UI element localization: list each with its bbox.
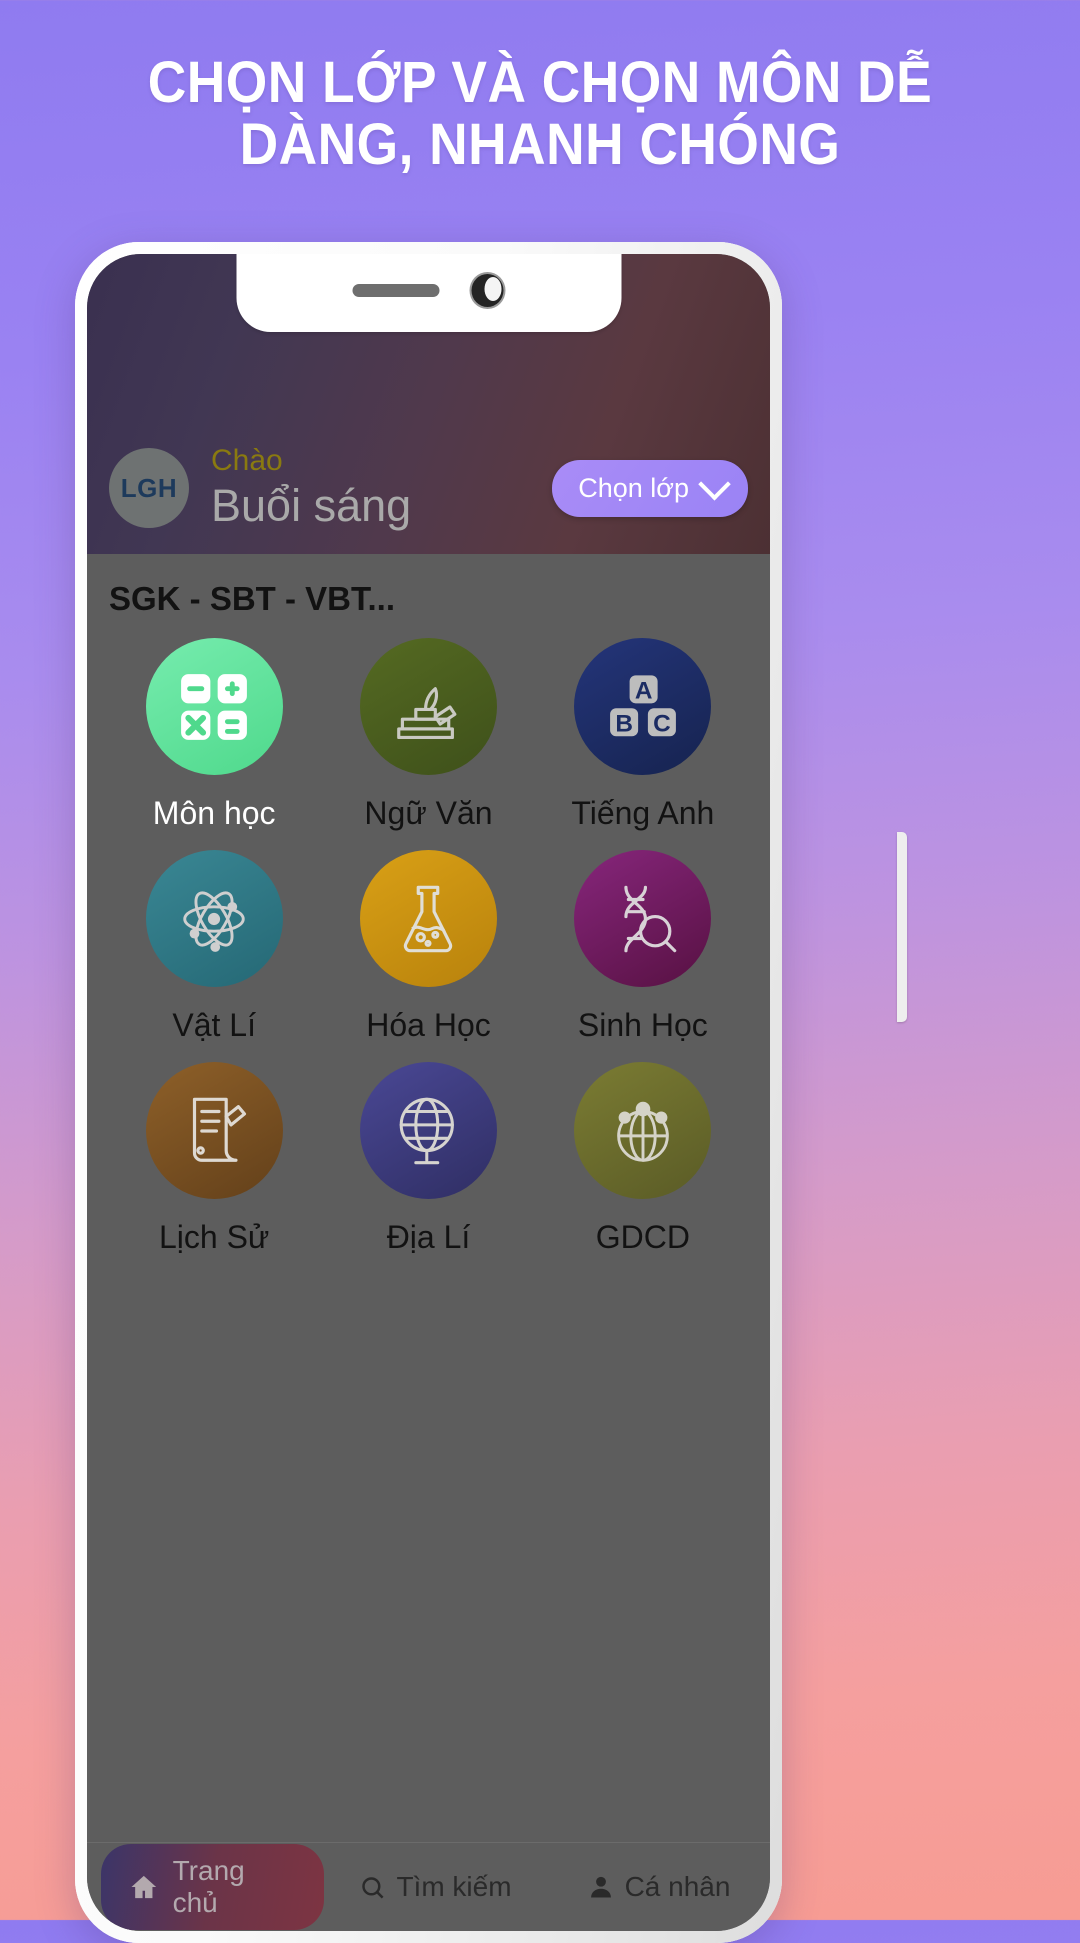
home-icon [131, 1875, 157, 1899]
phone-mockup: LGH Chào Buổi sáng Chọn lớp SGK - SBT - … [75, 242, 907, 1943]
tab-home-pill: Trang chủ [101, 1844, 324, 1930]
subject-icon-bg: A B C [574, 638, 712, 775]
subject-label: Địa Lí [386, 1219, 471, 1255]
avatar[interactable]: LGH [109, 448, 189, 528]
phone-power-button [897, 832, 907, 1022]
people-globe-icon [616, 1101, 669, 1162]
phone-screen: LGH Chào Buổi sáng Chọn lớp SGK - SBT - … [87, 254, 770, 1931]
abc-blocks-icon: A B C [609, 674, 676, 737]
svg-text:C: C [653, 710, 671, 737]
atom-icon [183, 890, 245, 952]
person-icon [590, 1876, 611, 1898]
app-body: SGK - SBT - VBT... Môn học Ngữ Văn A B C… [87, 554, 770, 1853]
subject-grid: Môn học Ngữ Văn A B C Tiếng Anh Vật Lí H… [87, 638, 770, 1256]
subject-item-gdcd[interactable]: GDCD [536, 1062, 750, 1256]
greeting-row: LGH Chào Buổi sáng Chọn lớp [87, 444, 770, 532]
subject-icon-bg [145, 850, 283, 987]
phone-notch [236, 254, 621, 332]
greeting-block: Chào Buổi sáng [211, 444, 552, 532]
subject-item-ngu-van[interactable]: Ngữ Văn [321, 638, 535, 832]
tab-search-label: Tìm kiếm [396, 1871, 512, 1902]
flask-icon [404, 885, 453, 952]
earpiece-speaker-icon [352, 283, 439, 297]
chevron-down-icon [698, 467, 731, 501]
subject-label: Sinh Học [577, 1007, 708, 1043]
subject-icon-bg [359, 638, 497, 775]
select-class-label: Chọn lớp [578, 472, 689, 503]
subject-icon-bg [574, 1062, 712, 1199]
section-title: SGK - SBT - VBT... [109, 580, 396, 617]
calculator-icon [181, 673, 248, 740]
subject-icon-bg [574, 850, 712, 987]
dna-search-icon [624, 885, 677, 952]
subject-icon-bg [145, 1062, 283, 1199]
greeting-large: Buổi sáng [211, 480, 412, 531]
tab-profile[interactable]: Cá nhân [547, 1871, 770, 1903]
subject-item-hoa-hoc[interactable]: Hóa Học [321, 850, 535, 1044]
book-quill-icon [397, 686, 457, 739]
greeting-small: Chào [211, 444, 283, 477]
select-class-button[interactable]: Chọn lớp [552, 459, 748, 517]
tab-search[interactable]: Tìm kiếm [324, 1871, 547, 1903]
subject-item-vat-li[interactable]: Vật Lí [107, 850, 321, 1044]
svg-text:A: A [635, 677, 653, 704]
bottom-navigation: Trang chủ Tìm kiếm Cá nhân [87, 1842, 770, 1931]
tab-home[interactable]: Trang chủ [87, 1844, 324, 1930]
tab-profile-label: Cá nhân [624, 1871, 731, 1902]
scroll-pen-icon [193, 1097, 247, 1162]
subject-label: Tiếng Anh [571, 795, 715, 831]
headline-line-2: DÀNG, NHANH CHÓNG [239, 112, 841, 177]
search-icon [362, 1876, 384, 1899]
subject-icon-bg [359, 850, 497, 987]
subject-item-lich-su[interactable]: Lịch Sử [107, 1062, 321, 1256]
subject-item-dia-li[interactable]: Địa Lí [321, 1062, 535, 1256]
subject-label: Ngữ Văn [364, 795, 493, 831]
headline-line-1: CHỌN LỚP VÀ CHỌN MÔN DỄ [147, 50, 933, 115]
globe-stand-icon [400, 1097, 455, 1164]
tab-home-label: Trang chủ [172, 1855, 245, 1918]
subject-label: Lịch Sử [158, 1219, 270, 1255]
promo-headline: CHỌN LỚP VÀ CHỌN MÔN DỄ DÀNG, NHANH CHÓN… [43, 52, 1037, 176]
front-camera-icon [469, 271, 505, 309]
subject-item-sinh-hoc[interactable]: Sinh Học [536, 850, 750, 1044]
subject-label: GDCD [595, 1219, 690, 1255]
subject-label: Vật Lí [172, 1007, 256, 1043]
subject-label: Môn học [152, 795, 276, 831]
subject-label: Hóa Học [366, 1007, 491, 1043]
subject-item-mon-hoc[interactable]: Môn học [107, 638, 321, 832]
svg-text:B: B [615, 710, 633, 737]
subject-icon-bg [145, 638, 283, 775]
subject-icon-bg [359, 1062, 497, 1199]
subject-item-tieng-anh[interactable]: A B C Tiếng Anh [536, 638, 750, 832]
avatar-initials: LGH [120, 472, 178, 503]
